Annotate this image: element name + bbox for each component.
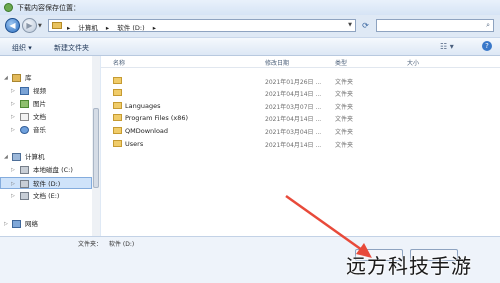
save-location-dialog: 下载内容保存位置： ◀ ▶ ▼ ▸ 计算机 ▸ 软件 (D:) ▸ ▼ ⟳ ⌕ … — [0, 0, 500, 283]
annotation-arrow-shaft — [285, 194, 363, 252]
annotation-arrow — [285, 194, 372, 258]
watermark-text: 远方科技手游 — [346, 254, 472, 278]
